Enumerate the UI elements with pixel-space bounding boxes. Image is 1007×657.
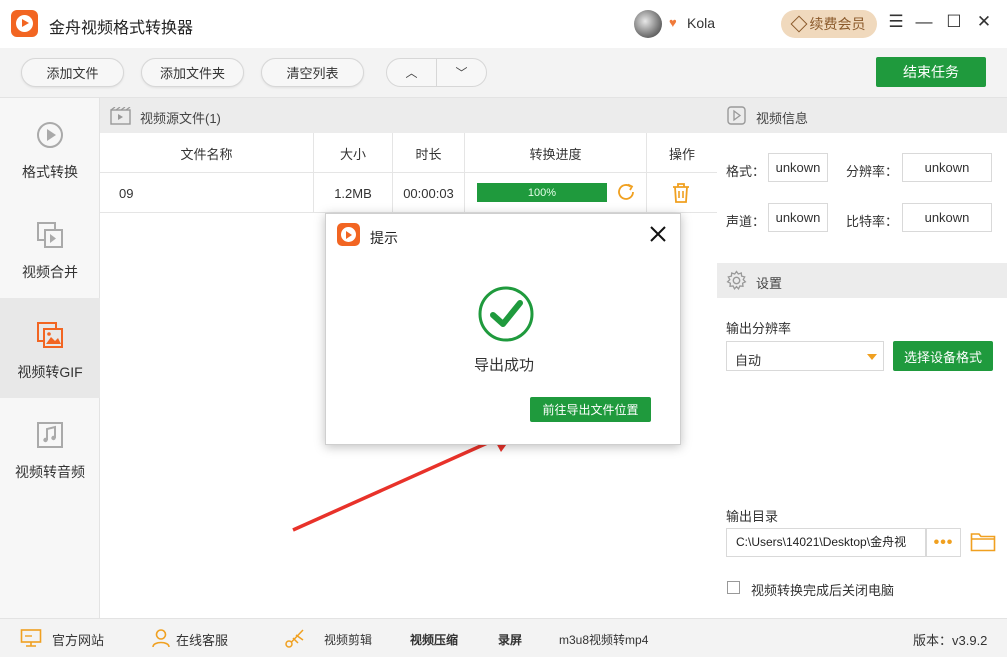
settings-title: 设置	[756, 276, 783, 291]
output-dir-label: 输出目录	[726, 509, 779, 524]
renew-vip-label: 续费会员	[809, 16, 866, 32]
sidebar-item-video-audio[interactable]: 视频转音频	[0, 398, 100, 498]
folder-icon[interactable]	[970, 530, 996, 552]
column-header-name: 文件名称	[100, 133, 314, 173]
monitor-icon	[20, 629, 42, 647]
close-icon[interactable]	[646, 222, 670, 246]
minimize-icon[interactable]: —	[914, 12, 934, 32]
merge-icon	[37, 222, 63, 248]
online-service-link[interactable]: 在线客服	[176, 630, 228, 649]
file-list-title: 视频源文件(1)	[140, 111, 221, 126]
dialog-title: 提示	[370, 230, 398, 246]
close-icon[interactable]: ✕	[974, 12, 994, 32]
select-device-format-button[interactable]: 选择设备格式	[893, 341, 993, 371]
column-header-size: 大小	[314, 133, 393, 173]
file-list-header: 视频源文件(1)	[100, 98, 717, 133]
refresh-icon[interactable]	[615, 181, 637, 203]
vip-heart-icon: ♥	[669, 15, 677, 30]
menu-icon[interactable]: ☰	[886, 12, 906, 32]
video-compress-link[interactable]: 视频压缩	[410, 631, 458, 648]
shutdown-checkbox[interactable]	[727, 581, 740, 594]
sidebar-item-format-convert[interactable]: 格式转换	[0, 98, 100, 198]
move-down-button[interactable]: ﹀	[437, 59, 486, 86]
user-support-icon	[152, 629, 170, 648]
film-icon	[110, 107, 131, 125]
file-duration: 00:00:03	[393, 173, 465, 213]
resolution-value: unkown	[902, 153, 992, 182]
video-info-title: 视频信息	[756, 111, 809, 126]
footer: 官方网站 在线客服 视频剪辑 视频压缩 录屏 m3u8视频转mp4 版本：v3.…	[0, 618, 1007, 657]
gif-icon	[37, 322, 63, 348]
move-up-button[interactable]: ︿	[387, 59, 437, 86]
file-name: 09	[100, 173, 314, 213]
trash-icon[interactable]	[671, 182, 691, 204]
sidebar: 格式转换 视频合并 视频转GIF 视频转音频	[0, 98, 100, 618]
bitrate-value: unkown	[902, 203, 992, 232]
app-logo-icon	[337, 223, 360, 246]
audio-channel-label: 声道：	[726, 214, 766, 229]
gear-icon	[726, 270, 747, 290]
video-edit-link[interactable]: 视频剪辑	[324, 631, 372, 648]
column-header-progress: 转换进度	[465, 133, 647, 173]
audio-channel-value: unkown	[768, 203, 828, 232]
sidebar-item-video-gif[interactable]: 视频转GIF	[0, 298, 100, 398]
official-site-link[interactable]: 官方网站	[52, 630, 104, 649]
output-resolution-value: 自动	[735, 353, 762, 368]
shutdown-label: 视频转换完成后关闭电脑	[751, 583, 895, 598]
maximize-icon[interactable]: ☐	[944, 12, 964, 32]
export-success-dialog: 提示 导出成功 前往导出文件位置	[325, 213, 681, 445]
screen-record-link[interactable]: 录屏	[498, 631, 522, 648]
success-check-icon	[478, 286, 534, 342]
dialog-message: 导出成功	[473, 357, 534, 374]
output-dir-field[interactable]: C:\Users\14021\Desktop\金舟视	[726, 528, 926, 557]
app-logo-icon	[11, 10, 38, 37]
clear-list-button[interactable]: 清空列表	[261, 58, 364, 87]
open-export-location-button[interactable]: 前往导出文件位置	[530, 397, 651, 422]
progress-bar: 100%	[477, 183, 607, 202]
end-task-button[interactable]: 结束任务	[876, 57, 986, 87]
browse-dir-button[interactable]: •••	[926, 528, 961, 557]
video-info-header: 视频信息	[717, 98, 1007, 133]
output-resolution-label: 输出分辨率	[726, 321, 792, 336]
add-file-button[interactable]: 添加文件	[21, 58, 124, 87]
sidebar-item-label: 视频合并	[22, 264, 78, 280]
m3u8-convert-link[interactable]: m3u8视频转mp4	[559, 631, 648, 648]
format-value: unkown	[768, 153, 828, 182]
audio-icon	[37, 422, 63, 448]
username[interactable]: Kola	[687, 15, 715, 31]
sidebar-item-label: 视频转音频	[15, 464, 85, 480]
settings-header: 设置	[717, 263, 1007, 298]
output-resolution-select[interactable]: 自动	[726, 341, 884, 371]
renew-vip-button[interactable]: 续费会员	[781, 10, 877, 38]
app-title: 金舟视频格式转换器	[49, 20, 194, 37]
sidebar-item-label: 视频转GIF	[17, 364, 83, 380]
convert-icon	[37, 122, 63, 148]
version-label: 版本：v3.9.2	[913, 633, 988, 648]
avatar[interactable]	[634, 10, 662, 38]
chevron-down-icon	[867, 354, 877, 360]
scissors-icon	[285, 629, 304, 648]
format-label: 格式：	[726, 164, 766, 179]
bitrate-label: 比特率：	[846, 214, 899, 229]
file-table-header: 文件名称 大小 时长 转换进度 操作	[100, 133, 717, 173]
add-folder-button[interactable]: 添加文件夹	[141, 58, 244, 87]
column-header-duration: 时长	[393, 133, 465, 173]
resolution-label: 分辨率：	[846, 164, 899, 179]
file-size: 1.2MB	[314, 173, 393, 213]
toolbar: 添加文件 添加文件夹 清空列表 ︿ ﹀ 结束任务	[0, 48, 1007, 98]
title-bar: 金舟视频格式转换器 ♥ Kola 续费会员 ☰ — ☐ ✕	[0, 0, 1007, 48]
sidebar-item-label: 格式转换	[22, 164, 78, 180]
sidebar-item-video-merge[interactable]: 视频合并	[0, 198, 100, 298]
column-header-action: 操作	[668, 146, 695, 162]
reorder-buttons: ︿ ﹀	[386, 58, 487, 87]
diamond-icon	[790, 15, 807, 33]
video-info-icon	[727, 106, 746, 125]
table-row[interactable]: 09 1.2MB 00:00:03 100%	[100, 173, 717, 213]
